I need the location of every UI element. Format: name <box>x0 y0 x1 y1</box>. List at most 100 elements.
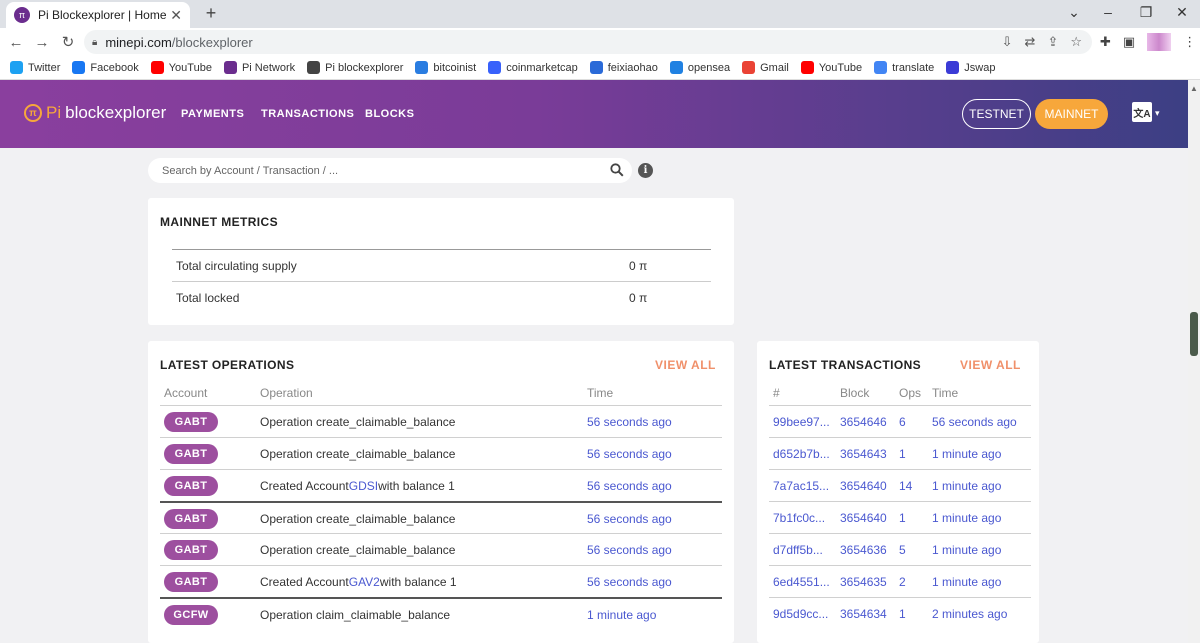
bookmark-item[interactable]: Gmail <box>742 61 789 74</box>
back-button[interactable]: ← <box>6 32 26 52</box>
account-badge[interactable]: GABT <box>164 572 218 592</box>
operation-text: Operation create_claimable_balance <box>260 415 456 429</box>
tx-block-link[interactable]: 3654640 <box>840 502 887 534</box>
share-icon[interactable]: ⇪ <box>1047 34 1058 50</box>
tx-hash-link[interactable]: 7a7ac15... <box>773 470 829 502</box>
col-header-hash: # <box>773 386 780 400</box>
tx-time-link[interactable]: 56 seconds ago <box>932 406 1017 438</box>
lock-icon[interactable]: 🔒︎ <box>92 37 97 48</box>
restore-button[interactable]: ❐ <box>1136 4 1156 21</box>
reload-button[interactable]: ↻ <box>58 32 78 52</box>
scroll-up-icon[interactable]: ▲ <box>1190 84 1198 93</box>
created-account-link[interactable]: GDSI <box>349 479 378 493</box>
tx-block-link[interactable]: 3654636 <box>840 534 887 566</box>
operation-row: GABT Operation create_claimable_balance 56… <box>160 437 722 469</box>
testnet-button[interactable]: TESTNET <box>962 99 1031 129</box>
bookmark-item[interactable]: Facebook <box>72 61 139 74</box>
bookmark-favicon-icon <box>742 61 756 74</box>
tx-time-link[interactable]: 1 minute ago <box>932 566 1001 598</box>
tx-hash-link[interactable]: 6ed4551... <box>773 566 830 598</box>
bookmark-item[interactable]: YouTube <box>800 61 862 74</box>
account-badge[interactable]: GABT <box>164 412 218 432</box>
minimize-button[interactable]: – <box>1098 4 1118 20</box>
operation-time-link[interactable]: 56 seconds ago <box>587 470 672 502</box>
metric-row-circulating: Total circulating supply 0 π <box>172 250 711 282</box>
col-header-operation: Operation <box>260 386 313 400</box>
operations-view-all-link[interactable]: VIEW ALL <box>655 358 716 372</box>
omnibox[interactable]: 🔒︎ minepi.com/blockexplorer ⇩ ⇄ ⇪ ☆ <box>84 30 1092 54</box>
nav-payments[interactable]: PAYMENTS <box>181 108 244 120</box>
language-icon[interactable]: 文A <box>1132 102 1152 122</box>
tx-ops-count: 5 <box>899 543 906 557</box>
operation-time-link[interactable]: 56 seconds ago <box>587 438 672 470</box>
tx-hash-link[interactable]: 9d5d9cc... <box>773 598 828 630</box>
translate-page-icon[interactable]: ⇄ <box>1025 34 1036 50</box>
tx-hash-link[interactable]: 7b1fc0c... <box>773 502 825 534</box>
operation-time-link[interactable]: 56 seconds ago <box>587 566 672 598</box>
account-badge[interactable]: GABT <box>164 476 218 496</box>
side-panel-icon[interactable]: ▣ <box>1123 34 1135 50</box>
site-logo[interactable]: π Pi blockexplorer <box>24 103 166 123</box>
language-caret-icon[interactable]: ▾ <box>1155 108 1160 119</box>
bookmark-item[interactable]: coinmarketcap <box>488 61 578 74</box>
tx-hash-link[interactable]: d7dff5b... <box>773 534 823 566</box>
profile-avatar[interactable] <box>1147 33 1172 51</box>
tx-time-link[interactable]: 1 minute ago <box>932 534 1001 566</box>
search-input[interactable] <box>162 164 592 177</box>
nav-blocks[interactable]: BLOCKS <box>365 108 414 120</box>
bookmark-item[interactable]: opensea <box>669 61 730 74</box>
latest-transactions-card: LATEST TRANSACTIONS VIEW ALL # Block Ops… <box>757 341 1039 643</box>
install-app-icon[interactable]: ⇩ <box>1002 34 1013 50</box>
nav-transactions[interactable]: TRANSACTIONS <box>261 108 354 120</box>
tx-time-link[interactable]: 2 minutes ago <box>932 598 1007 630</box>
site-header: π Pi blockexplorer PAYMENTS TRANSACTIONS… <box>0 80 1188 148</box>
tab-search-chevron-icon[interactable]: ⌄ <box>1064 4 1084 21</box>
new-tab-button[interactable]: + <box>200 2 222 24</box>
operation-time-link[interactable]: 56 seconds ago <box>587 503 672 535</box>
bookmark-item[interactable]: feixiaohao <box>589 61 658 74</box>
bookmark-item[interactable]: Pi blockexplorer <box>307 61 403 74</box>
tx-block-link[interactable]: 3654646 <box>840 406 887 438</box>
menu-kebab-icon[interactable]: ⋮ <box>1183 34 1196 50</box>
mainnet-button[interactable]: MAINNET <box>1035 99 1108 129</box>
operation-text: Operation create_claimable_balance <box>260 447 456 461</box>
transactions-view-all-link[interactable]: VIEW ALL <box>960 358 1021 372</box>
tx-time-link[interactable]: 1 minute ago <box>932 502 1001 534</box>
tx-hash-link[interactable]: 99bee97... <box>773 406 830 438</box>
tx-ops-count: 1 <box>899 447 906 461</box>
tx-block-link[interactable]: 3654643 <box>840 438 887 470</box>
account-badge[interactable]: GABT <box>164 509 218 529</box>
operation-time-link[interactable]: 1 minute ago <box>587 599 656 631</box>
info-icon[interactable]: i <box>638 163 653 178</box>
operation-time-link[interactable]: 56 seconds ago <box>587 406 672 438</box>
account-badge[interactable]: GABT <box>164 444 218 464</box>
account-badge[interactable]: GABT <box>164 540 218 560</box>
tx-time-link[interactable]: 1 minute ago <box>932 438 1001 470</box>
search-icon[interactable] <box>610 163 624 177</box>
account-badge[interactable]: GCFW <box>164 605 218 625</box>
bookmark-item[interactable]: Jswap <box>946 61 995 74</box>
bookmark-item[interactable]: YouTube <box>150 61 212 74</box>
close-window-button[interactable]: ✕ <box>1172 4 1192 21</box>
tx-hash-link[interactable]: d652b7b... <box>773 438 830 470</box>
bookmark-item[interactable]: bitcoinist <box>415 61 476 74</box>
tab-close-icon[interactable]: ✕ <box>170 7 182 24</box>
created-account-link[interactable]: GAV2 <box>349 575 380 589</box>
tx-block-link[interactable]: 3654635 <box>840 566 887 598</box>
transaction-row: d652b7b... 3654643 1 1 minute ago <box>769 437 1031 469</box>
extensions-puzzle-icon[interactable]: ✚ <box>1100 34 1111 50</box>
tx-block-link[interactable]: 3654634 <box>840 598 887 630</box>
bookmark-item[interactable]: translate <box>874 61 934 74</box>
bookmark-item[interactable]: Pi Network <box>223 61 295 74</box>
browser-tab-active[interactable]: π Pi Blockexplorer | Home ✕ <box>6 2 190 28</box>
tx-time-link[interactable]: 1 minute ago <box>932 470 1001 502</box>
col-header-block: Block <box>840 386 870 400</box>
page-scrollbar[interactable]: ▲ <box>1188 80 1200 643</box>
operation-text: Operation create_claimable_balance <box>260 512 456 526</box>
forward-button[interactable]: → <box>32 32 52 52</box>
bookmark-item[interactable]: Twitter <box>10 61 60 74</box>
operation-time-link[interactable]: 56 seconds ago <box>587 534 672 566</box>
tx-block-link[interactable]: 3654640 <box>840 470 887 502</box>
bookmark-star-icon[interactable]: ☆ <box>1070 34 1082 50</box>
scroll-thumb[interactable] <box>1190 312 1198 356</box>
